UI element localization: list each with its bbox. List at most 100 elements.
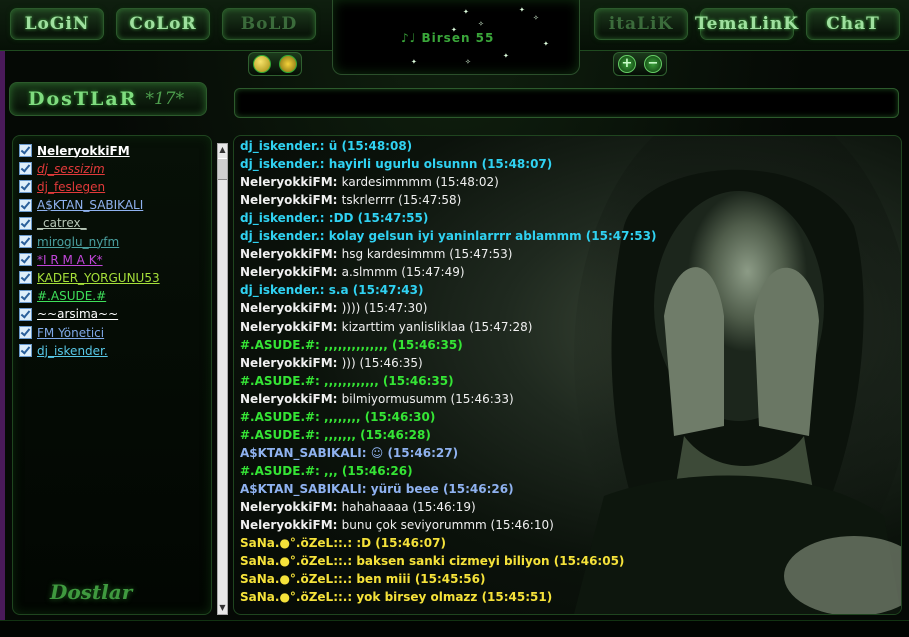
- font-size-buttons: + −: [613, 52, 667, 76]
- chat-message: NeleryokkiFM: kardesimmmm (15:48:02): [240, 175, 499, 189]
- scroll-down-icon[interactable]: ▼: [218, 602, 227, 614]
- message-sender[interactable]: #.ASUDE.#:: [240, 374, 320, 388]
- message-sender[interactable]: NeleryokkiFM:: [240, 301, 337, 315]
- sparkle-icon: ✦: [503, 52, 509, 60]
- smiley-icon[interactable]: [253, 55, 271, 73]
- login-button[interactable]: LoGiN: [10, 8, 104, 40]
- italic-button[interactable]: itaLiK: [594, 8, 688, 40]
- user-name[interactable]: A$KTAN_SABIKALI: [37, 198, 143, 212]
- user-checkbox[interactable]: [19, 271, 32, 285]
- message-sender[interactable]: SaNa.●°.öZeL::.:: [240, 572, 352, 586]
- user-list-item[interactable]: dj_sessizim: [19, 160, 105, 177]
- user-checkbox[interactable]: [19, 235, 32, 248]
- user-list: NeleryokkiFM dj_sessizim dj_feslegen A$KTAN…: [12, 135, 212, 615]
- message-sender[interactable]: #.ASUDE.#:: [240, 338, 320, 352]
- bold-button[interactable]: BoLD: [222, 8, 316, 40]
- message-sender[interactable]: A$KTAN_SABIKALI:: [240, 482, 367, 496]
- user-name[interactable]: KADER_YORGUNU53: [37, 271, 160, 285]
- user-checkbox[interactable]: [19, 253, 32, 267]
- message-sender[interactable]: #.ASUDE.#:: [240, 428, 320, 442]
- user-checkbox[interactable]: [19, 162, 32, 176]
- message-sender[interactable]: NeleryokkiFM:: [240, 320, 337, 334]
- plus-icon[interactable]: +: [618, 55, 636, 73]
- user-checkbox[interactable]: [19, 307, 32, 321]
- user-name[interactable]: NeleryokkiFM: [37, 144, 130, 158]
- chat-button[interactable]: ChaT: [806, 8, 900, 40]
- message-sender[interactable]: dj_iskender.:: [240, 139, 325, 153]
- message-sender[interactable]: SaNa.●°.öZeL::.:: [240, 536, 352, 550]
- user-name[interactable]: #.ASUDE.#: [37, 289, 106, 303]
- scroll-thumb[interactable]: [218, 158, 227, 180]
- message-text: bunu çok seviyorummm (15:46:10): [341, 518, 554, 533]
- chat-message: SaNa.●°.öZeL::.: :D (15:46:07): [240, 536, 446, 550]
- user-checkbox[interactable]: [19, 198, 32, 212]
- message-sender[interactable]: NeleryokkiFM:: [240, 500, 337, 514]
- chat-message: NeleryokkiFM: tskrlerrrr (15:47:58): [240, 193, 461, 207]
- room-label: DosTLaR: [28, 88, 138, 110]
- user-list-item[interactable]: _catrex_: [19, 215, 87, 232]
- star-icon[interactable]: [279, 55, 297, 73]
- user-checkbox[interactable]: [19, 289, 32, 303]
- user-name[interactable]: dj_feslegen: [37, 180, 105, 194]
- color-button[interactable]: CoLoR: [116, 8, 210, 40]
- user-checkbox[interactable]: [19, 216, 32, 230]
- user-list-item[interactable]: A$KTAN_SABIKALI: [19, 197, 143, 214]
- message-sender[interactable]: NeleryokkiFM:: [240, 247, 337, 261]
- message-text: tskrlerrrr (15:47:58): [341, 193, 462, 208]
- minus-icon[interactable]: −: [644, 55, 662, 73]
- user-list-item[interactable]: miroglu_nyfm: [19, 233, 119, 250]
- user-list-item[interactable]: FM Yönetici: [19, 324, 104, 341]
- message-sender[interactable]: #.ASUDE.#:: [240, 464, 320, 478]
- user-list-item[interactable]: #.ASUDE.#: [19, 288, 106, 305]
- user-checkbox[interactable]: [19, 144, 32, 157]
- message-sender[interactable]: dj_iskender.:: [240, 283, 325, 297]
- user-name[interactable]: _catrex_: [37, 216, 87, 230]
- message-text: a.slmmm (15:47:49): [341, 265, 465, 280]
- message-sender[interactable]: #.ASUDE.#:: [240, 410, 320, 424]
- message-sender[interactable]: NeleryokkiFM:: [240, 265, 337, 279]
- theme-link-button[interactable]: TemaLinK: [695, 8, 798, 40]
- message-text: ,,,,,,,,,,,,,, (15:46:35): [324, 337, 463, 352]
- message-text: ,,,,,,,, (15:46:30): [324, 409, 436, 424]
- message-text: ü (15:48:08): [328, 139, 413, 153]
- user-checkbox[interactable]: [19, 326, 32, 339]
- status-bar: [0, 620, 909, 637]
- user-checkbox[interactable]: [19, 344, 32, 358]
- message-sender[interactable]: NeleryokkiFM:: [240, 193, 337, 207]
- message-sender[interactable]: SaNa.●°.öZeL::.:: [240, 590, 352, 604]
- message-sender[interactable]: NeleryokkiFM:: [240, 356, 337, 370]
- chat-message: SaNa.●°.öZeL::.: yok birsey olmazz (15:4…: [240, 590, 552, 604]
- user-list-item[interactable]: ~~arsima~~: [19, 306, 118, 323]
- message-text: kolay gelsun iyi yaninlarrrr ablammm (15…: [328, 229, 657, 244]
- user-name[interactable]: FM Yönetici: [37, 326, 104, 340]
- chat-message: NeleryokkiFM: a.slmmm (15:47:49): [240, 265, 465, 279]
- user-name[interactable]: dj_sessizim: [37, 162, 105, 176]
- sparkle-icon: ✦: [543, 40, 549, 48]
- chat-message: dj_iskender.: s.a (15:47:43): [240, 283, 423, 297]
- user-list-item[interactable]: *I R M A K*: [19, 251, 103, 268]
- message-sender[interactable]: dj_iskender.:: [240, 211, 325, 225]
- user-name[interactable]: *I R M A K*: [37, 253, 103, 267]
- message-sender[interactable]: SaNa.●°.öZeL::.:: [240, 554, 352, 568]
- user-name[interactable]: ~~arsima~~: [37, 307, 118, 321]
- message-sender[interactable]: NeleryokkiFM:: [240, 175, 337, 189]
- user-name[interactable]: dj_iskender.: [37, 344, 108, 358]
- message-text: hsg kardesimmm (15:47:53): [341, 247, 513, 262]
- message-input[interactable]: [234, 88, 899, 118]
- user-list-item[interactable]: dj_feslegen: [19, 178, 105, 195]
- user-list-item[interactable]: KADER_YORGUNU53: [19, 269, 160, 286]
- message-sender[interactable]: A$KTAN_SABIKALI:: [240, 446, 367, 460]
- message-sender[interactable]: NeleryokkiFM:: [240, 392, 337, 406]
- background-portrait-image: [574, 136, 901, 614]
- message-sender[interactable]: dj_iskender.:: [240, 229, 325, 243]
- user-list-item[interactable]: NeleryokkiFM: [19, 142, 130, 159]
- chat-scrollbar[interactable]: ▲ ▼: [217, 143, 228, 615]
- chat-message: NeleryokkiFM: ))) (15:46:35): [240, 356, 423, 370]
- user-name[interactable]: miroglu_nyfm: [37, 235, 119, 249]
- scroll-up-icon[interactable]: ▲: [218, 144, 227, 156]
- user-list-item[interactable]: dj_iskender.: [19, 342, 108, 359]
- message-sender[interactable]: dj_iskender.:: [240, 157, 325, 171]
- chat-message: A$KTAN_SABIKALI: ☺ (15:46:27): [240, 446, 458, 460]
- user-checkbox[interactable]: [19, 180, 32, 194]
- message-sender[interactable]: NeleryokkiFM:: [240, 518, 337, 532]
